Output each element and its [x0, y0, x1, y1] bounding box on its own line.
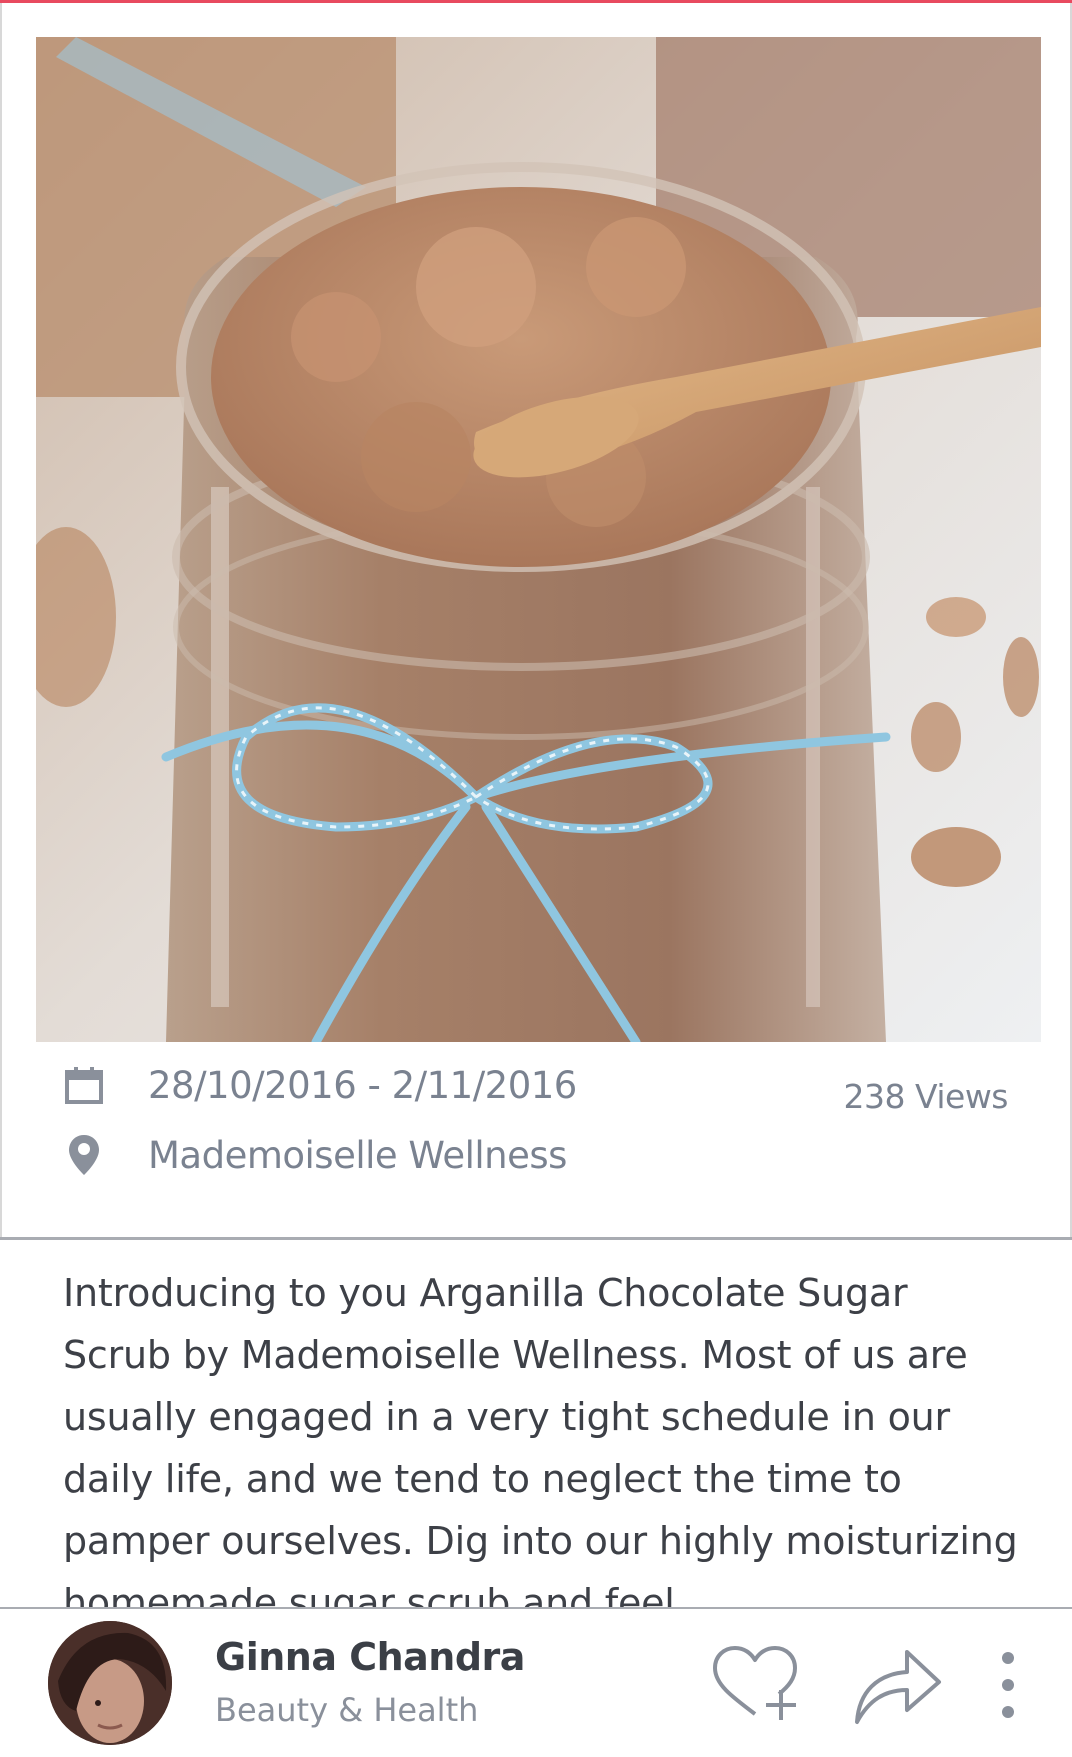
author-name[interactable]: Ginna Chandra [215, 1635, 525, 1679]
heart-plus-icon [713, 1646, 797, 1720]
calendar-icon [62, 1063, 106, 1107]
avatar[interactable] [48, 1621, 172, 1745]
post-detail-screen: 28/10/2016 - 2/11/2016 238 Views Mademoi… [0, 0, 1072, 1757]
share-button[interactable] [852, 1643, 944, 1727]
post-card: 28/10/2016 - 2/11/2016 238 Views Mademoi… [0, 3, 1072, 1239]
post-image[interactable] [36, 37, 1041, 1042]
location-pin-icon [62, 1133, 106, 1177]
more-options-button[interactable] [988, 1645, 1028, 1725]
author-action-bar: Ginna Chandra Beauty & Health [0, 1607, 1072, 1757]
share-arrow-icon [855, 1650, 941, 1724]
date-row: 28/10/2016 - 2/11/2016 [62, 1063, 577, 1107]
author-category: Beauty & Health [215, 1691, 479, 1729]
more-vertical-icon [1002, 1652, 1014, 1718]
location-row[interactable]: Mademoiselle Wellness [62, 1133, 567, 1177]
post-description: Introducing to you Arganilla Chocolate S… [63, 1271, 1018, 1607]
section-divider [0, 1237, 1072, 1240]
like-button[interactable] [710, 1643, 800, 1723]
views-count: 238 Views [843, 1077, 1009, 1116]
date-range: 28/10/2016 - 2/11/2016 [148, 1063, 577, 1107]
location-name[interactable]: Mademoiselle Wellness [148, 1134, 567, 1177]
